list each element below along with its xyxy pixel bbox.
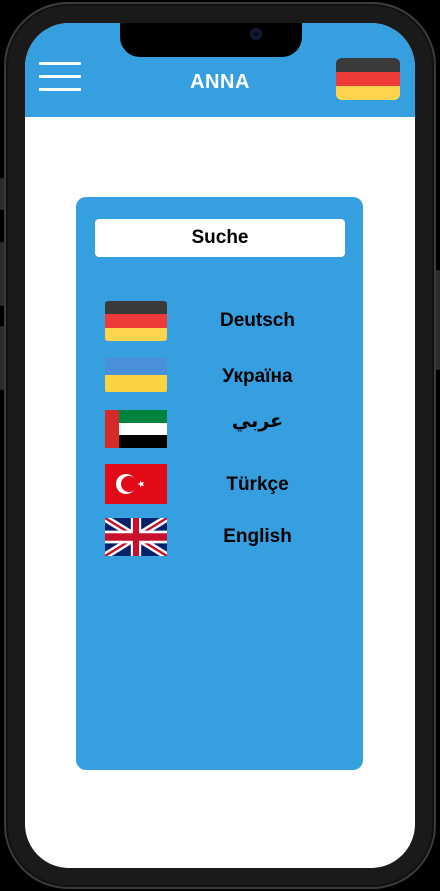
- menu-line: [39, 62, 81, 65]
- menu-line: [39, 88, 81, 91]
- language-label: Deutsch: [220, 310, 295, 331]
- language-item-arabic[interactable]: عربي: [105, 410, 345, 450]
- app-screen: ANNA Deutsch: [25, 23, 415, 868]
- ukraine-flag-icon: [105, 358, 167, 392]
- language-panel: Deutsch Україна: [76, 197, 363, 770]
- language-item-turkish[interactable]: Türkçe: [105, 464, 345, 504]
- germany-flag-icon: [105, 301, 167, 341]
- flag-stripe-blue: [105, 358, 167, 375]
- menu-button[interactable]: [39, 60, 81, 94]
- app-header: ANNA: [25, 23, 415, 117]
- volume-up-button: [0, 242, 4, 306]
- flag-stripe-black: [105, 301, 167, 315]
- menu-line: [39, 75, 81, 78]
- camera-icon: [250, 28, 262, 40]
- language-label: Україна: [222, 366, 293, 387]
- language-item-ukraine[interactable]: Україна: [105, 358, 345, 398]
- volume-down-button: [0, 326, 4, 390]
- phone-device: ANNA Deutsch: [0, 0, 440, 891]
- search-input[interactable]: [95, 219, 345, 257]
- power-button: [436, 270, 440, 370]
- flag-stripe-gold: [336, 86, 400, 100]
- flag-stripe-red: [336, 72, 400, 86]
- flag-stripe-red: [105, 314, 167, 328]
- language-label: عربي: [231, 410, 284, 432]
- uk-flag-icon: [105, 518, 167, 556]
- uk-flag-svg: [105, 518, 167, 556]
- language-label: Türkçe: [226, 474, 289, 495]
- language-item-english[interactable]: English: [105, 518, 345, 558]
- mute-switch: [0, 178, 4, 210]
- app-title: ANNA: [190, 71, 250, 93]
- uae-flag-icon: [105, 410, 167, 448]
- flag-stripe-yellow: [105, 375, 167, 392]
- flag-stripe-gold: [105, 327, 167, 341]
- turkey-flag-icon: [105, 464, 167, 504]
- language-label: English: [223, 526, 292, 547]
- turkey-flag-svg: [105, 464, 167, 504]
- language-item-deutsch[interactable]: Deutsch: [105, 301, 345, 341]
- notch: [120, 23, 302, 57]
- uae-flag-svg: [105, 410, 167, 448]
- germany-flag-icon[interactable]: [336, 58, 400, 100]
- flag-stripe-black: [336, 58, 400, 72]
